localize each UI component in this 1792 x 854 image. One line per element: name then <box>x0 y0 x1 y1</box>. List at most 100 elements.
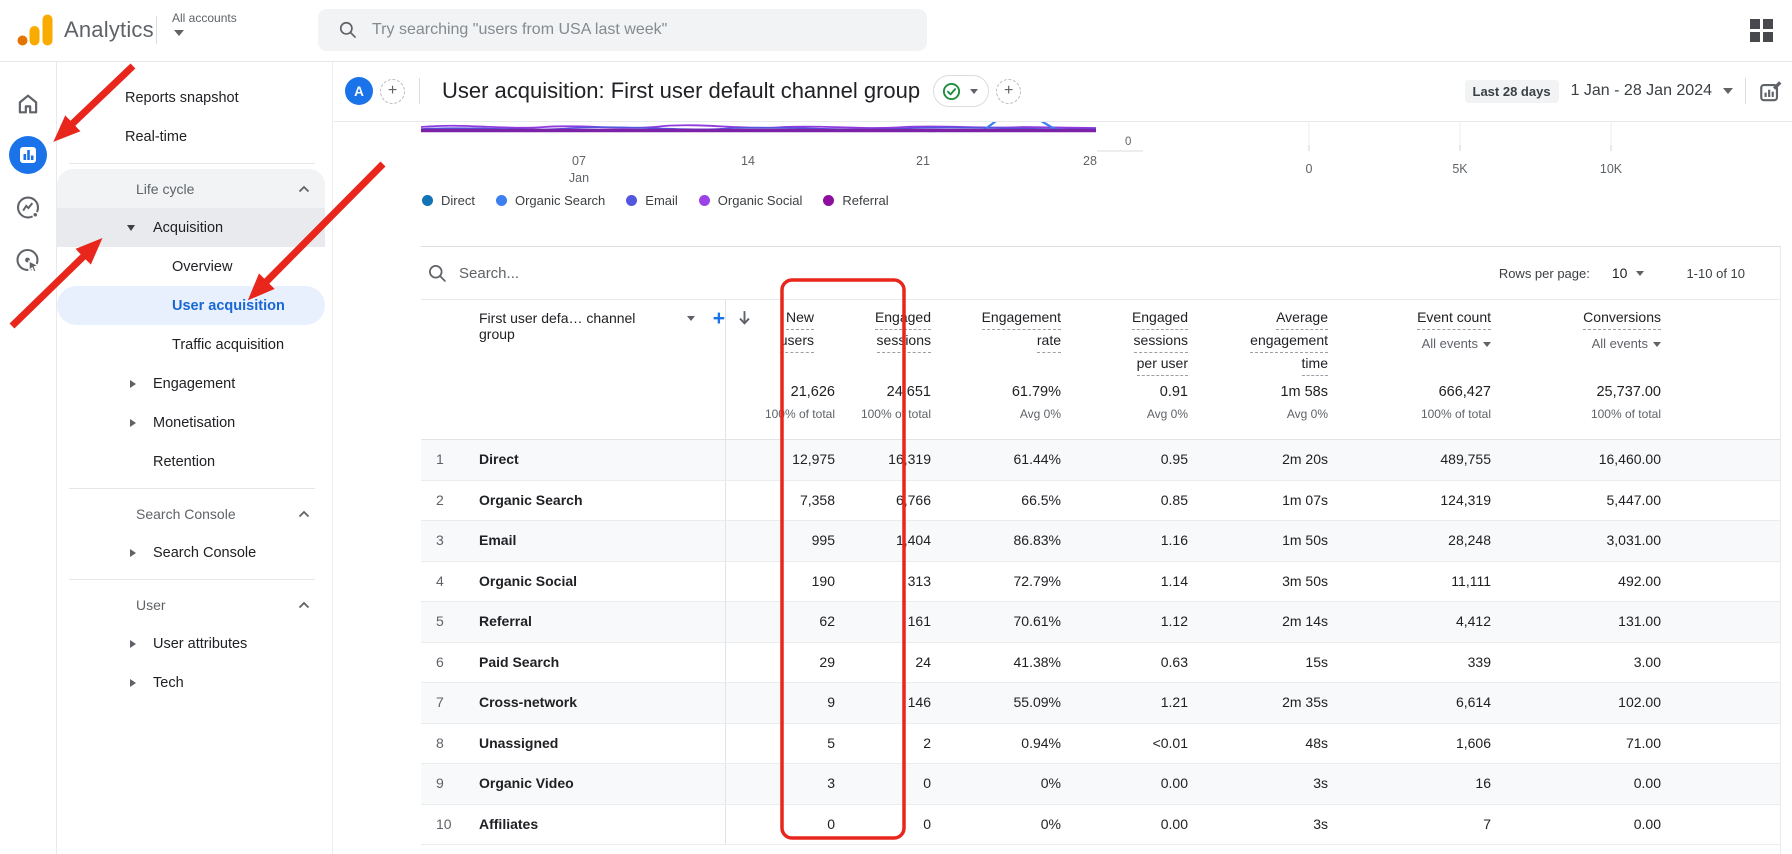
sidebar-item-monetisation[interactable]: Monetisation <box>57 403 325 442</box>
expand-arrow-icon[interactable] <box>127 224 135 231</box>
reports-nav-icon[interactable] <box>9 136 47 174</box>
sidebar-item-engagement[interactable]: Engagement <box>57 364 325 403</box>
table-row-paid-search[interactable]: 6 Paid Search 29 24 41.38% 0.63 15s 339 3.00 <box>421 642 1780 683</box>
sort-descending-icon[interactable] <box>736 309 753 326</box>
row-metric-value: 16,460.00 <box>1598 451 1661 467</box>
row-metric-value: 71.00 <box>1625 734 1661 751</box>
table-row-direct[interactable]: 1 Direct 12,975 16,319 61.44% 0.95 2m 20s 489,7… <box>421 440 1780 481</box>
global-search-input[interactable]: Try searching "users from USA last week" <box>318 9 927 51</box>
report-header: A + User acquisition: First user default… <box>334 61 1792 122</box>
dimension-column-header[interactable]: First user defa… channel group + <box>421 300 725 376</box>
report-table: Search... Rows per page: 10 1-10 of 10 F… <box>421 246 1781 854</box>
totals-value: 666,427 <box>1438 384 1491 400</box>
add-comparison-button[interactable]: + <box>380 78 405 104</box>
row-metric-value: 24 <box>915 653 931 670</box>
collapsed-arrow-icon[interactable] <box>130 678 136 687</box>
totals-value: 0.91 <box>1159 384 1188 400</box>
table-search-icon[interactable] <box>427 263 448 284</box>
add-report-button[interactable]: + <box>996 78 1022 104</box>
column-header-new-users[interactable]: New users <box>725 300 847 376</box>
column-header-average-engagement-time[interactable]: Average engagement time <box>1200 300 1340 376</box>
row-metric-value: 161 <box>907 613 931 629</box>
table-row-affiliates[interactable]: 10 Affiliates 0 0 0% 0.00 3s 7 0.00 <box>421 804 1780 845</box>
row-channel-name: Cross-network <box>479 694 578 710</box>
sidebar-item-user-acquisition[interactable]: User acquisition <box>57 286 325 325</box>
table-row-organic-video[interactable]: 9 Organic Video 3 0 0% 0.00 3s 16 0.00 <box>421 764 1780 805</box>
rows-per-page-select[interactable]: 10 <box>1612 265 1645 281</box>
legend-item-organic-search[interactable]: Organic Search <box>495 193 605 208</box>
row-metric-value: 28,248 <box>1448 532 1491 548</box>
column-header-conversions[interactable]: Conversions All events <box>1503 300 1673 376</box>
legend-item-organic-social[interactable]: Organic Social <box>698 193 802 208</box>
row-metric-value: 86.83% <box>1013 532 1061 548</box>
totals-subtext: 100% of total <box>1590 407 1661 421</box>
add-dimension-button[interactable]: + <box>713 307 725 331</box>
column-header-event-count[interactable]: Event count All events <box>1340 300 1503 376</box>
sidebar-item-tech[interactable]: Tech <box>57 663 325 702</box>
column-header-line: engagement <box>1250 330 1328 353</box>
sidebar-item-reports-snapshot[interactable]: Reports snapshot <box>57 78 325 117</box>
sidebar-section-search-console[interactable]: Search Console <box>57 494 325 533</box>
row-rank: 2 <box>436 491 444 508</box>
row-rank: 8 <box>436 734 444 751</box>
column-filter-all-events[interactable]: All events <box>1340 333 1491 354</box>
sidebar-item-retention[interactable]: Retention <box>57 442 325 481</box>
report-status-button[interactable] <box>933 75 990 107</box>
column-filter-all-events[interactable]: All events <box>1503 333 1661 354</box>
column-header-engagement-rate[interactable]: Engagement rate <box>943 300 1073 376</box>
row-metric-value: 3,031.00 <box>1606 532 1662 548</box>
customize-report-icon[interactable] <box>1758 78 1784 104</box>
collapsed-arrow-icon[interactable] <box>130 639 136 648</box>
table-row-unassigned[interactable]: 8 Unassigned 5 2 0.94% <0.01 48s 1,606 71.00 <box>421 723 1780 764</box>
row-metric-value: 61.44% <box>1013 451 1061 467</box>
collapsed-arrow-icon[interactable] <box>130 379 136 388</box>
sidebar-item-search-console[interactable]: Search Console <box>57 533 325 572</box>
advertising-icon[interactable] <box>15 247 42 274</box>
totals-cell: 21,626 100% of total <box>725 370 847 439</box>
sidebar-section-label: Search Console <box>136 505 236 522</box>
sidebar-item-overview[interactable]: Overview <box>57 247 325 286</box>
explore-icon[interactable] <box>15 194 42 221</box>
row-metric-value: 41.38% <box>1013 653 1061 670</box>
sidebar-item-acquisition[interactable]: Acquisition <box>57 208 325 247</box>
bar-tick-5k: 5K <box>1452 162 1468 176</box>
table-row-cross-network[interactable]: 7 Cross-network 9 146 55.09% 1.21 2m 35s 6,614 1… <box>421 683 1780 724</box>
table-row-organic-search[interactable]: 2 Organic Search 7,358 6,766 66.5% 0.85 1m 07s… <box>421 480 1780 521</box>
row-metric-value: 2 <box>923 734 931 751</box>
row-metric-value: 489,755 <box>1440 451 1491 467</box>
sidebar-item-user-attributes[interactable]: User attributes <box>57 624 325 663</box>
chevron-down-icon <box>686 316 695 321</box>
sidebar-item-real-time[interactable]: Real-time <box>57 117 325 156</box>
row-rank: 10 <box>436 815 452 832</box>
collapsed-arrow-icon[interactable] <box>130 418 136 427</box>
date-range-text[interactable]: 1 Jan - 28 Jan 2024 <box>1571 82 1712 100</box>
legend-item-email[interactable]: Email <box>626 193 678 208</box>
table-row-organic-social[interactable]: 4 Organic Social 190 313 72.79% 1.14 3m 50s 11,… <box>421 561 1780 602</box>
line-chart <box>420 122 1612 152</box>
date-range-chevron-icon[interactable] <box>1723 88 1733 94</box>
row-channel-name: Organic Video <box>479 775 574 791</box>
account-selector[interactable]: All accounts <box>172 11 237 36</box>
row-metric-value: 1,606 <box>1455 734 1491 751</box>
sidebar-item-traffic-acquisition[interactable]: Traffic acquisition <box>57 325 325 364</box>
collapsed-arrow-icon[interactable] <box>130 548 136 557</box>
comparison-chip-avatar[interactable]: A <box>345 77 373 105</box>
row-metric-value: 0.63 <box>1160 653 1188 670</box>
apps-grid-icon[interactable] <box>1750 19 1774 43</box>
legend-item-direct[interactable]: Direct <box>422 193 475 208</box>
table-search-input[interactable]: Search... <box>459 265 519 282</box>
row-metric-value: 3m 50s <box>1282 572 1328 589</box>
row-metric-value: 1m 50s <box>1282 532 1328 548</box>
row-metric-value: 0.00 <box>1633 815 1661 832</box>
column-header-line: rate <box>1036 330 1061 353</box>
column-header-engaged-sessions-per-user[interactable]: Engaged sessions per user <box>1073 300 1200 376</box>
row-channel-name: Email <box>479 532 517 548</box>
sidebar-item-label: Retention <box>153 453 216 470</box>
column-header-engaged-sessions[interactable]: Engaged sessions <box>847 300 943 376</box>
sidebar-section-life-cycle[interactable]: Life cycle <box>57 169 325 208</box>
table-row-referral[interactable]: 5 Referral 62 161 70.61% 1.12 2m 14s 4,412 131.0… <box>421 602 1780 643</box>
table-row-email[interactable]: 3 Email 995 1,404 86.83% 1.16 1m 50s 28,248 3,03… <box>421 521 1780 562</box>
legend-item-referral[interactable]: Referral <box>823 193 889 208</box>
sidebar-section-user[interactable]: User <box>57 585 325 624</box>
home-icon[interactable] <box>15 91 41 117</box>
